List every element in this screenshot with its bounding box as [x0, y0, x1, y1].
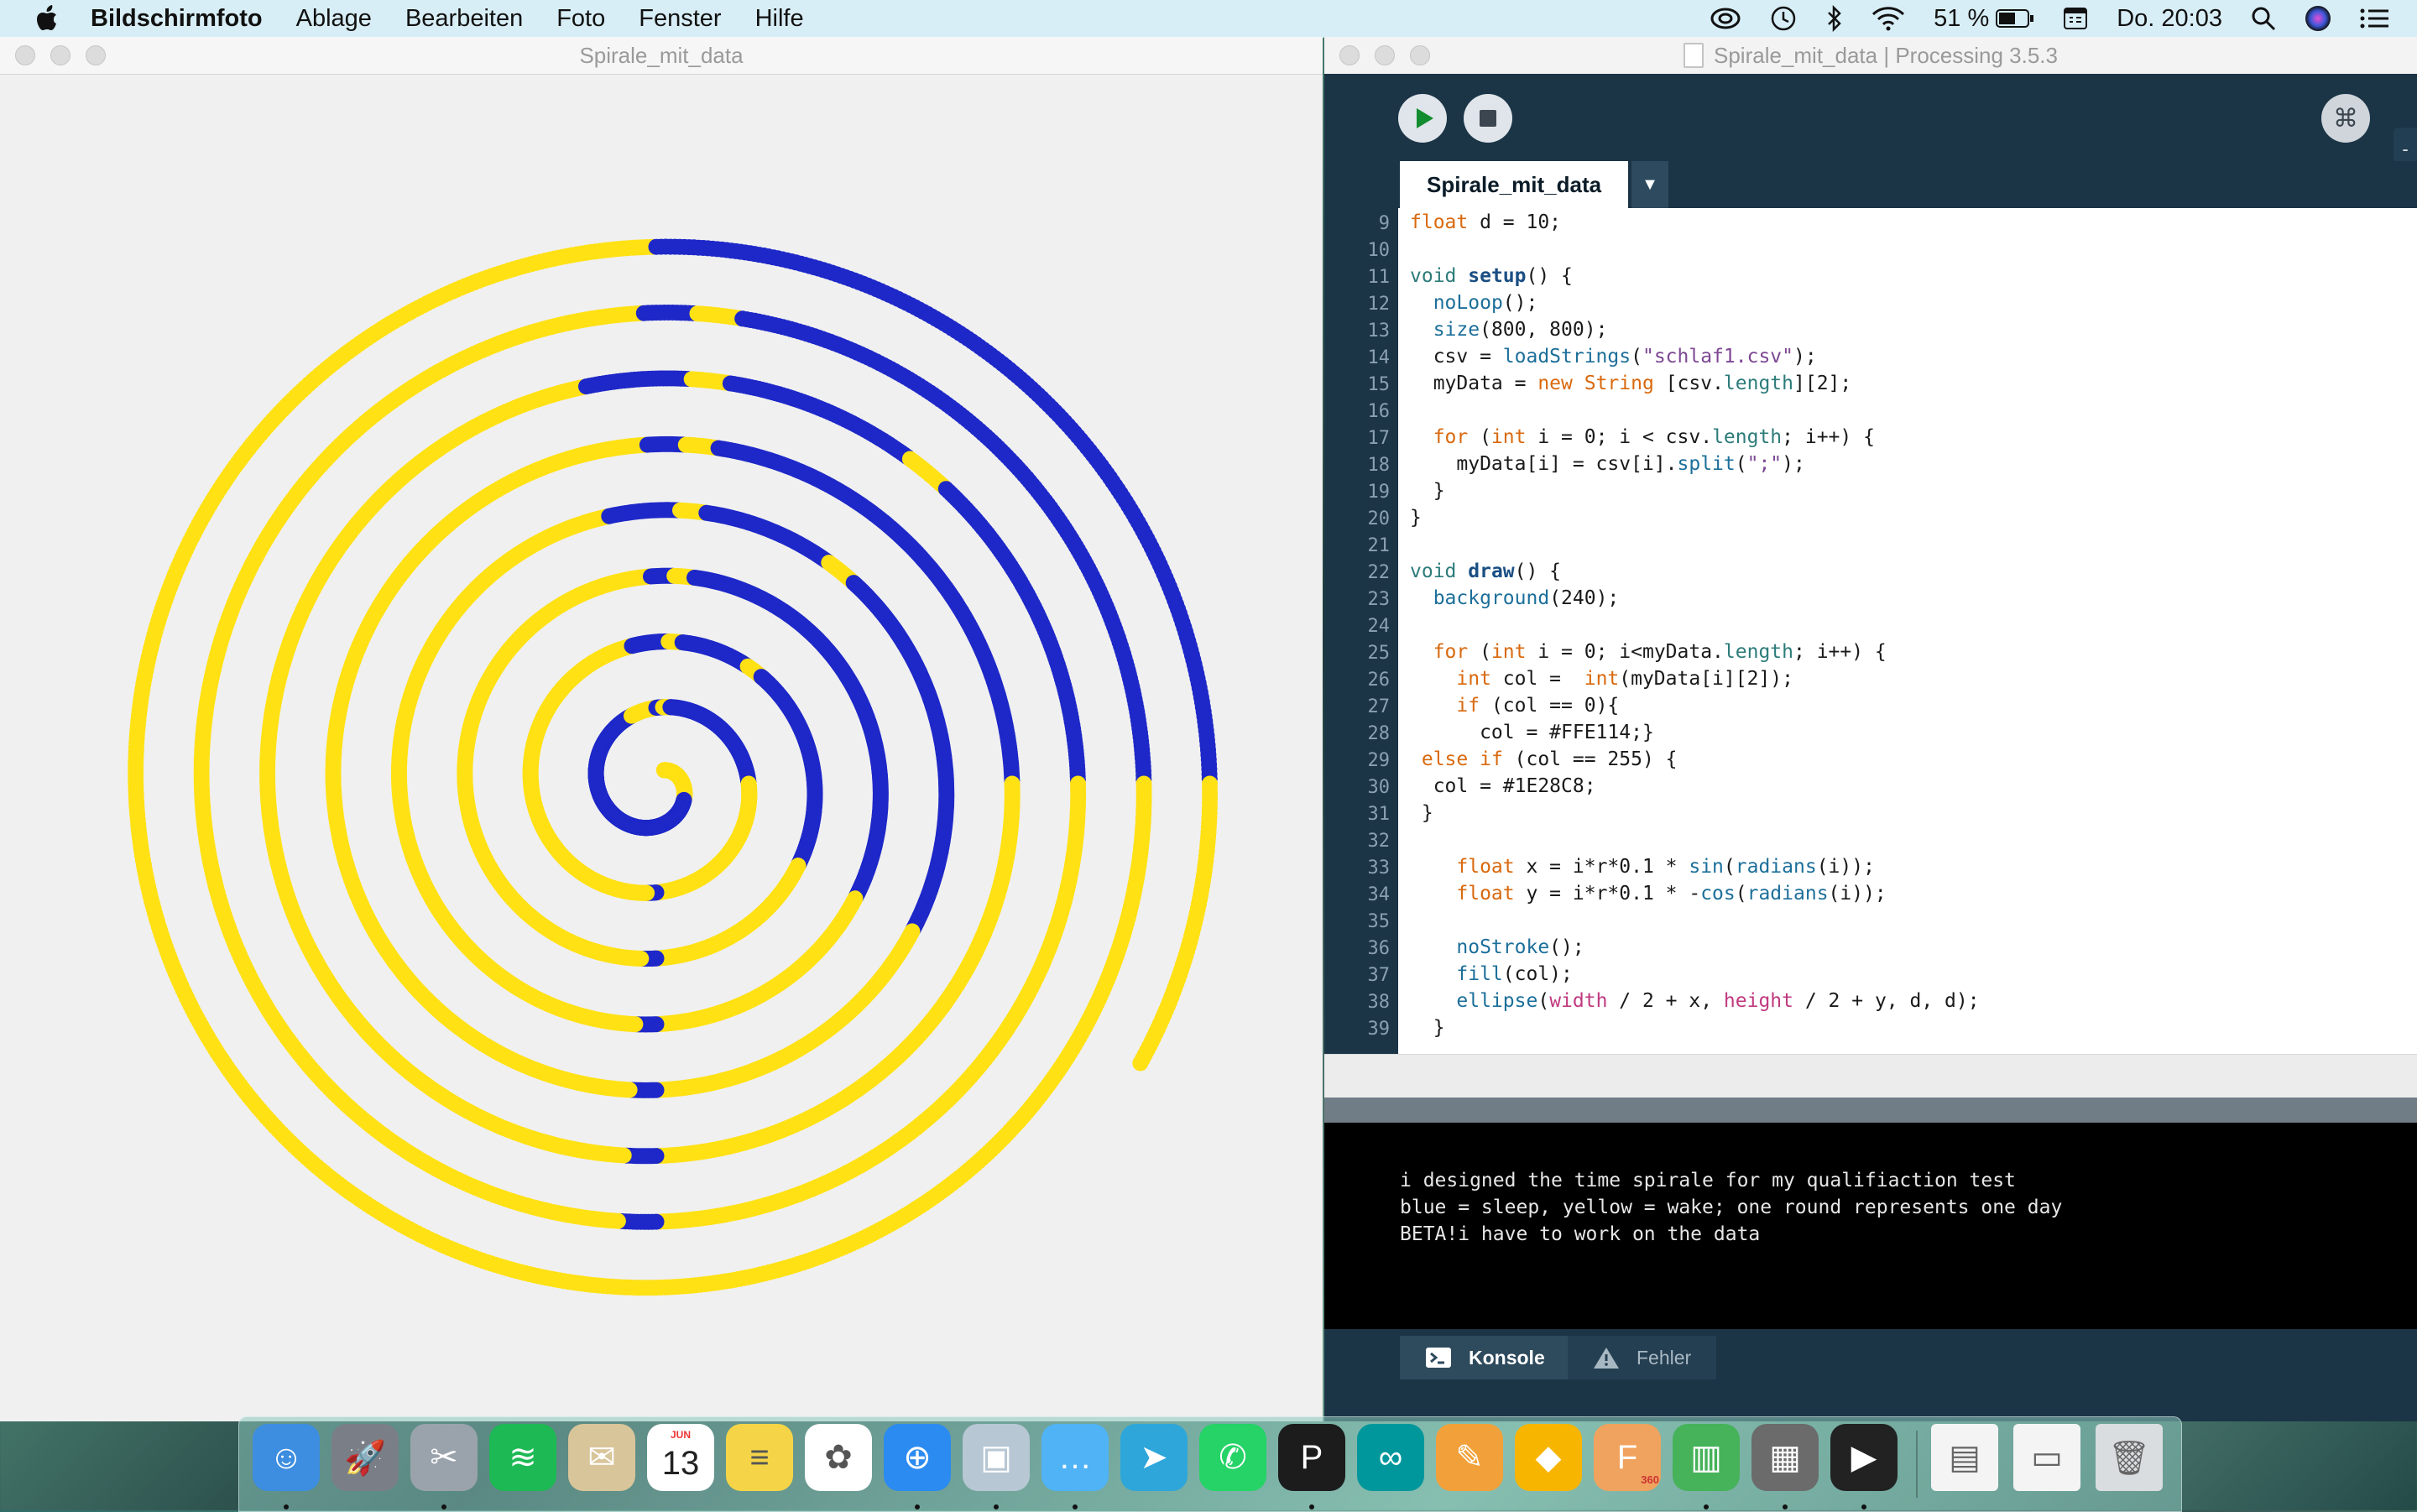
- apple-menu-icon[interactable]: [30, 0, 67, 37]
- wifi-icon[interactable]: [1871, 6, 1905, 31]
- sketch-titlebar[interactable]: Spirale_mit_data: [0, 37, 1323, 75]
- creative-cloud-icon[interactable]: [1710, 7, 1741, 30]
- clock-label[interactable]: Do. 20:03: [2117, 5, 2222, 33]
- menu-ablage[interactable]: Ablage: [296, 5, 372, 33]
- time-machine-icon[interactable]: [1769, 4, 1798, 33]
- close-button[interactable]: [15, 45, 35, 65]
- battery-icon: [1996, 9, 2034, 28]
- spiral-canvas: [128, 238, 1219, 1296]
- menu-bearbeiten[interactable]: Bearbeiten: [405, 5, 523, 33]
- app-menu[interactable]: Bildschirmfoto: [91, 5, 263, 33]
- notification-center-icon[interactable]: [2360, 8, 2388, 29]
- zoom-button[interactable]: [86, 45, 106, 65]
- menu-bar: Bildschirmfoto Ablage Bearbeiten Foto Fe…: [0, 0, 2417, 38]
- bluetooth-icon[interactable]: [1826, 5, 1843, 32]
- menu-fenster[interactable]: Fenster: [639, 5, 721, 33]
- menu-hilfe[interactable]: Hilfe: [755, 5, 804, 33]
- battery-status[interactable]: 51 %: [1934, 5, 2034, 33]
- input-source-icon[interactable]: [2063, 6, 2088, 31]
- minimize-button[interactable]: [50, 45, 70, 65]
- siri-icon[interactable]: [2305, 5, 2331, 32]
- sketch-window-title: Spirale_mit_data: [579, 42, 744, 68]
- sketch-output-window: Spirale_mit_data: [0, 37, 1323, 1421]
- spotlight-search-icon[interactable]: [2251, 6, 2276, 31]
- battery-percent: 51 %: [1934, 4, 1990, 32]
- menu-foto[interactable]: Foto: [556, 5, 605, 33]
